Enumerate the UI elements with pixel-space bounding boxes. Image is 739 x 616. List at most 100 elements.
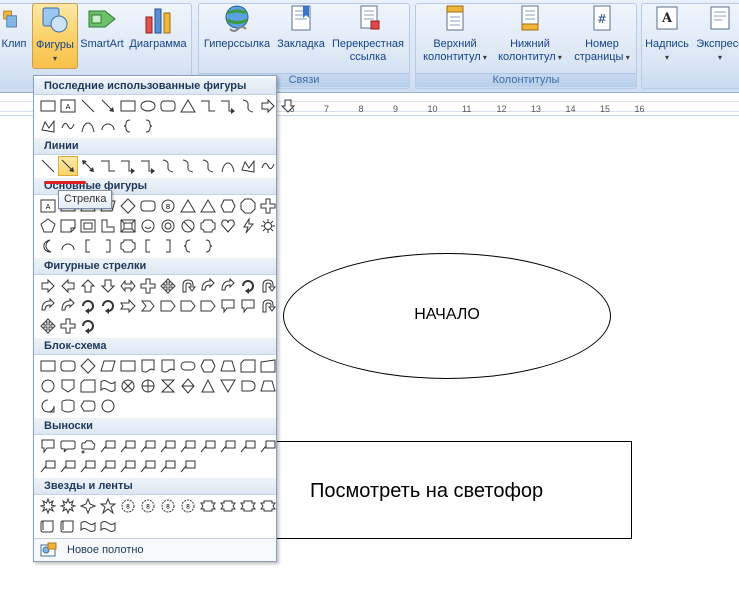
shape-braceR-icon[interactable] <box>138 116 158 136</box>
shape-terminator-icon[interactable] <box>178 356 198 376</box>
shape-tri-icon[interactable] <box>178 96 198 116</box>
shape-darrow-icon[interactable] <box>78 156 98 176</box>
textbox-button[interactable]: A Надпись ▾ <box>644 3 690 64</box>
shapes-button[interactable]: Фигуры ▾ <box>32 3 78 69</box>
shape-linecall-icon[interactable] <box>98 436 118 456</box>
shape-fold-icon[interactable] <box>58 216 78 236</box>
shape-extract-icon[interactable] <box>198 376 218 396</box>
shape-rect-icon[interactable] <box>118 356 138 376</box>
shape-burst-icon[interactable] <box>38 496 58 516</box>
shape-collate-icon[interactable] <box>158 376 178 396</box>
shape-down-icon[interactable] <box>98 276 118 296</box>
shape-curved-icon[interactable] <box>218 276 238 296</box>
shape-circArrow-icon[interactable] <box>78 316 98 336</box>
shape-para-icon[interactable] <box>98 356 118 376</box>
shape-uturn-icon[interactable] <box>258 296 278 316</box>
shape-up-icon[interactable] <box>78 276 98 296</box>
shape-ribbon-icon[interactable] <box>198 496 218 516</box>
bookmark-button[interactable]: Закладка <box>276 3 326 51</box>
shape-display-icon[interactable] <box>78 396 98 416</box>
shape-starN-icon[interactable]: 8 <box>118 496 138 516</box>
shape-hex-icon[interactable] <box>218 196 238 216</box>
shape-cyl-icon[interactable] <box>58 396 78 416</box>
shape-doc-icon[interactable] <box>158 356 178 376</box>
shape-diamond-icon[interactable] <box>118 196 138 216</box>
shape-starN-icon[interactable]: 8 <box>178 496 198 516</box>
shape-linecall-icon[interactable] <box>98 456 118 476</box>
shape-cloudc-icon[interactable] <box>78 436 98 456</box>
shape-freeform-icon[interactable] <box>38 116 58 136</box>
shape-linecall-icon[interactable] <box>138 436 158 456</box>
shape-circ-icon[interactable] <box>98 396 118 416</box>
shape-linecall-icon[interactable] <box>78 456 98 476</box>
shape-linecall-icon[interactable] <box>158 436 178 456</box>
shape-uturn-icon[interactable] <box>178 276 198 296</box>
shape-linecall-icon[interactable] <box>118 436 138 456</box>
shape-circ-icon[interactable] <box>38 376 58 396</box>
shape-orj-icon[interactable] <box>138 376 158 396</box>
shape-ribbon-icon[interactable] <box>258 496 278 516</box>
shape-text-icon[interactable]: A <box>38 196 58 216</box>
shape-linecall-icon[interactable] <box>178 456 198 476</box>
shape-linecall-icon[interactable] <box>158 456 178 476</box>
shape-pentArrow-icon[interactable] <box>198 296 218 316</box>
shape-elbow-icon[interactable] <box>98 156 118 176</box>
smartart-button[interactable]: SmartArt <box>79 3 125 51</box>
shape-ribbon-icon[interactable] <box>218 496 238 516</box>
shape-brace-icon[interactable] <box>118 116 138 136</box>
page-number-button[interactable]: # Номер страницы ▾ <box>570 3 634 64</box>
shape-scribble-icon[interactable] <box>58 116 78 136</box>
shape-sumj-icon[interactable] <box>118 376 138 396</box>
shape-linecall-icon[interactable] <box>118 456 138 476</box>
shape-moon-icon[interactable] <box>38 236 58 256</box>
shape-pent-icon[interactable] <box>38 216 58 236</box>
shape-scroll-icon[interactable] <box>38 516 58 536</box>
shape-circArrow-icon[interactable] <box>78 296 98 316</box>
shape-linecall-icon[interactable] <box>38 456 58 476</box>
shape-tri-icon[interactable] <box>198 196 218 216</box>
shape-nosym-icon[interactable] <box>178 216 198 236</box>
shape-elbow-icon[interactable] <box>198 96 218 116</box>
shape-donut-icon[interactable] <box>158 216 178 236</box>
shape-rect-icon[interactable] <box>38 96 58 116</box>
shape-notched-icon[interactable] <box>118 296 138 316</box>
shape-arc-icon[interactable] <box>98 116 118 136</box>
shape-cross-icon[interactable] <box>138 276 158 296</box>
shape-trap-icon[interactable] <box>258 376 278 396</box>
footer-button[interactable]: Нижний колонтитул ▾ <box>494 3 566 64</box>
shape-disk-icon[interactable] <box>38 396 58 416</box>
start-oval-text[interactable]: НАЧАЛО <box>283 306 611 324</box>
shape-scurve-icon[interactable] <box>198 156 218 176</box>
shape-curved-icon[interactable] <box>38 296 58 316</box>
shape-rrect-icon[interactable] <box>58 356 78 376</box>
shape-rect-icon[interactable] <box>118 96 138 116</box>
shape-arrow-icon[interactable] <box>98 96 118 116</box>
crossref-button[interactable]: Перекрестная ссылка <box>328 3 408 64</box>
shape-lightning-icon[interactable] <box>238 216 258 236</box>
process-rectangle-text[interactable]: Посмотреть на светофор <box>310 480 543 503</box>
shape-calloutR-icon[interactable] <box>58 436 78 456</box>
shape-oval-icon[interactable] <box>138 96 158 116</box>
shape-doc-icon[interactable] <box>138 356 158 376</box>
quickparts-button[interactable]: Экспресс ▾ <box>694 3 739 64</box>
shape-left-icon[interactable] <box>58 276 78 296</box>
shape-oct-icon[interactable] <box>238 196 258 216</box>
shape-cornerL-icon[interactable] <box>98 216 118 236</box>
shape-brace-icon[interactable] <box>178 236 198 256</box>
shape-braceR-icon[interactable] <box>198 236 218 256</box>
shape-smile-icon[interactable] <box>138 216 158 236</box>
shape-burst-icon[interactable] <box>58 496 78 516</box>
shape-cross-icon[interactable] <box>58 316 78 336</box>
chart-button[interactable]: Диаграмма <box>127 3 189 51</box>
shape-callout-icon[interactable] <box>38 436 58 456</box>
shape-sort-icon[interactable] <box>178 376 198 396</box>
shape-manual-icon[interactable] <box>258 356 278 376</box>
shape-arrow-icon[interactable] <box>58 156 78 176</box>
header-button[interactable]: Верхний колонтитул ▾ <box>420 3 490 64</box>
shape-star5-icon[interactable] <box>98 496 118 516</box>
shape-linecall-icon[interactable] <box>258 436 278 456</box>
shape-card-icon[interactable] <box>78 376 98 396</box>
shape-star4-icon[interactable] <box>78 496 98 516</box>
shape-linecall-icon[interactable] <box>218 436 238 456</box>
shape-bracketR-icon[interactable] <box>158 236 178 256</box>
